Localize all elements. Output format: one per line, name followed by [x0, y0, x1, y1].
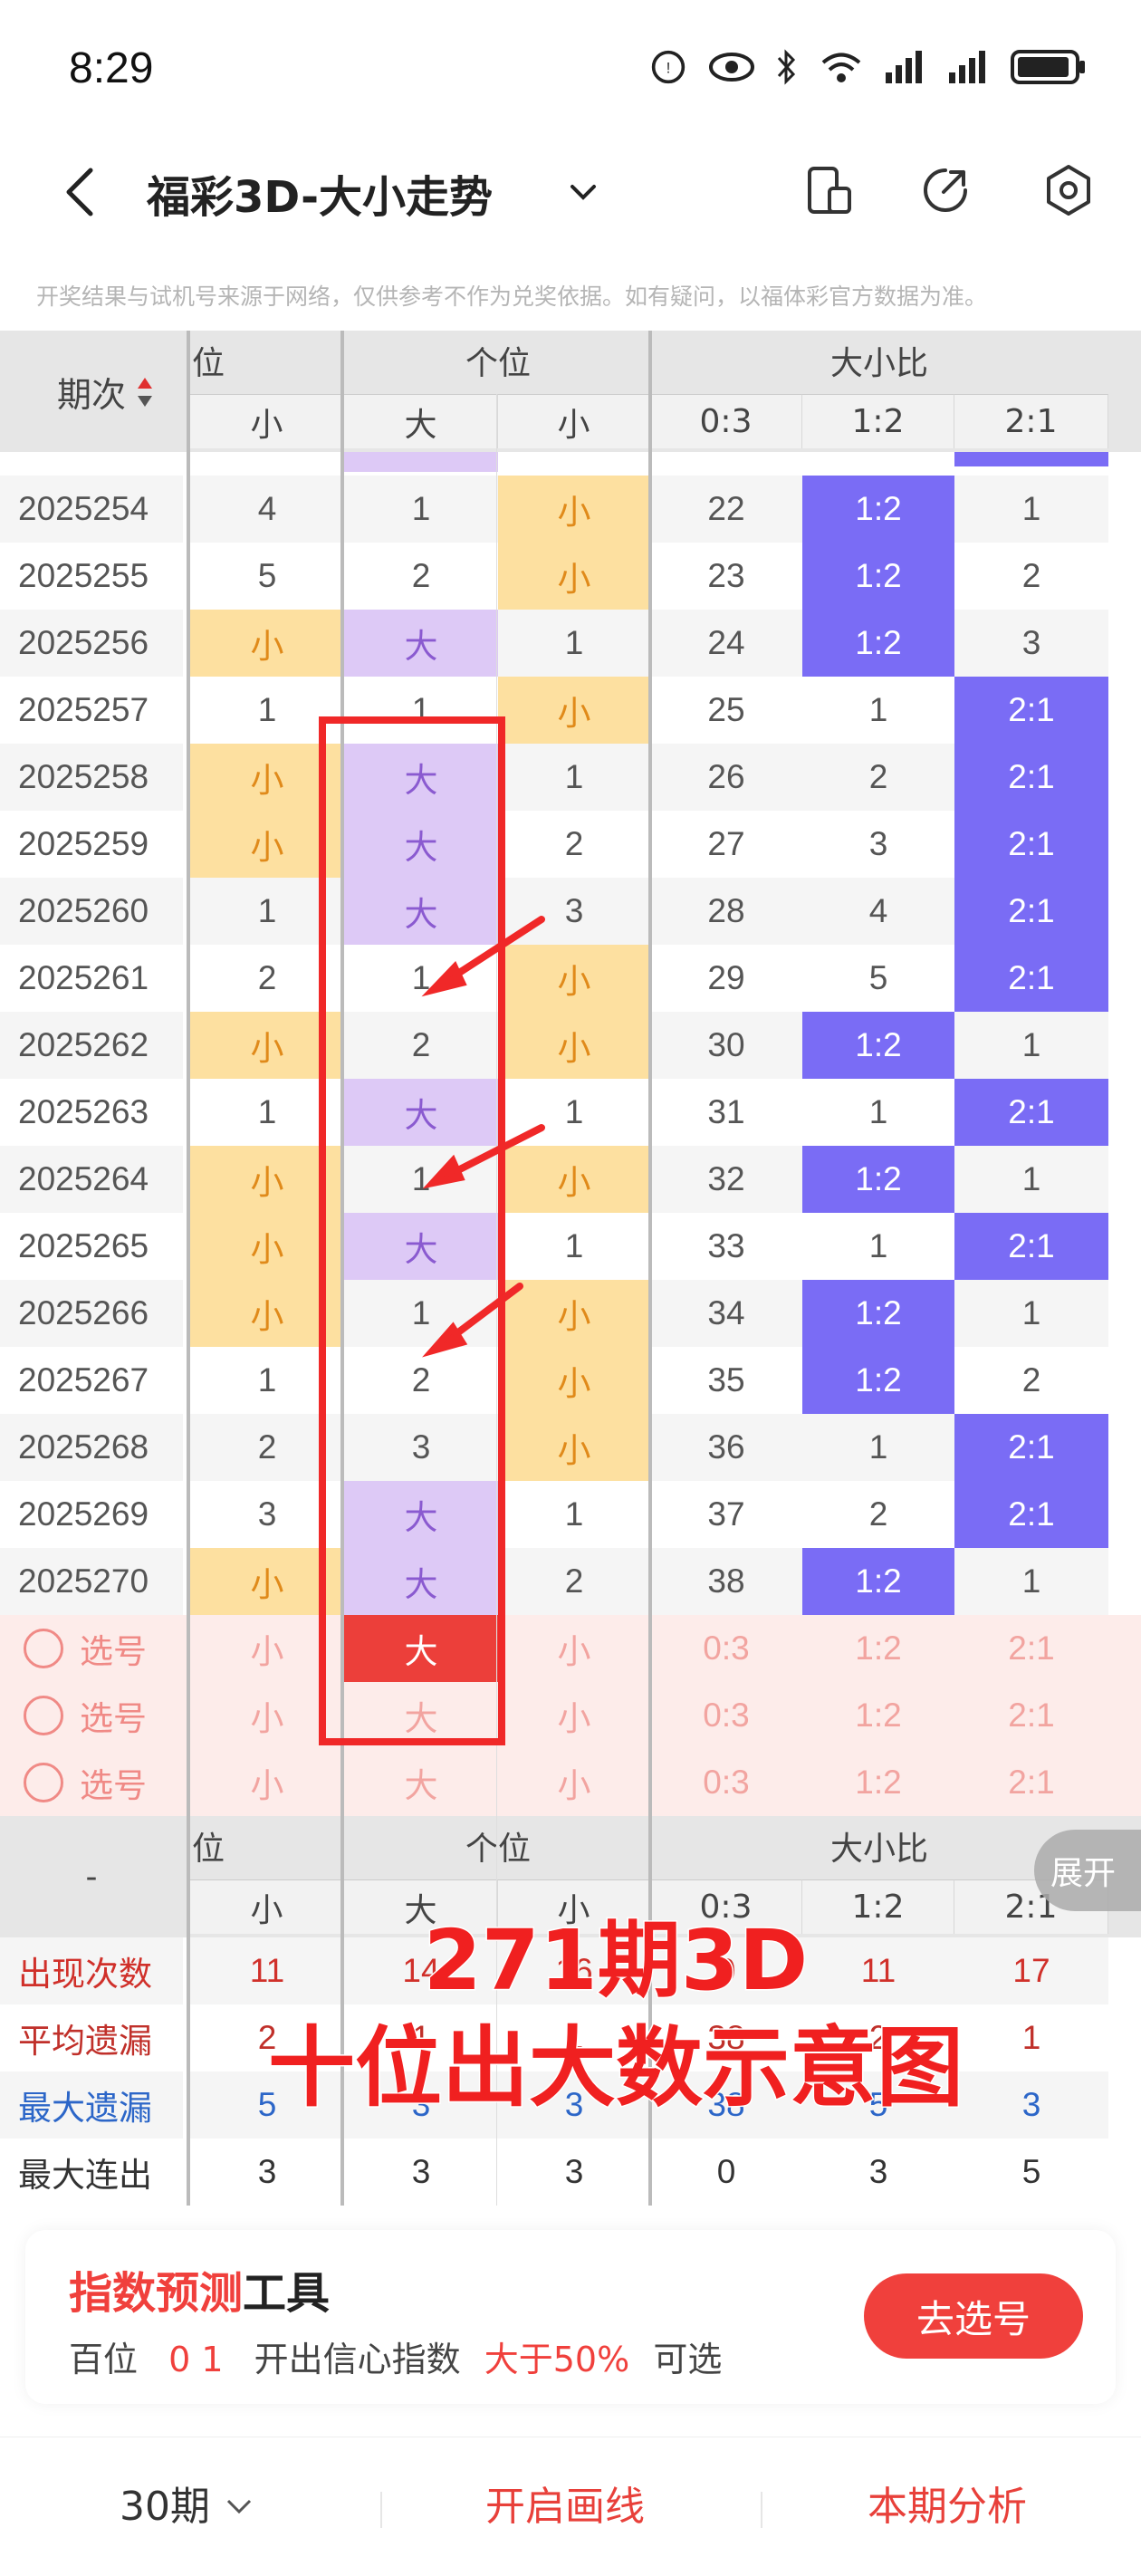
- chevron-down-icon: [226, 2499, 252, 2514]
- go-pick-button[interactable]: 去选号: [864, 2273, 1083, 2359]
- arrow-marks: [421, 916, 545, 1358]
- annotation-title: 271期3D: [422, 1911, 809, 2011]
- annotation-overlay: [319, 716, 545, 1745]
- period-selector[interactable]: 30期: [120, 2474, 255, 2532]
- annotation-subtitle: 十位出大数示意图: [267, 2016, 965, 2120]
- tool-title-black: 工具: [243, 2268, 331, 2319]
- tool-desc-index: 开出信心指数: [254, 2340, 461, 2379]
- tool-title: 指数预测工具: [69, 2257, 330, 2321]
- tool-description: 百位 0 1 开出信心指数 大于50% 可选: [69, 2331, 722, 2381]
- period-analysis-button[interactable]: 本期分析: [868, 2474, 1027, 2532]
- divider: [380, 2492, 382, 2528]
- highlight-frame: [319, 716, 505, 1745]
- divider: [761, 2492, 762, 2528]
- tool-desc-optional: 可选: [653, 2340, 723, 2379]
- tool-desc-position: 百位: [69, 2340, 139, 2379]
- tool-desc-percent: 大于50%: [484, 2340, 630, 2379]
- period-selector-label: 30期: [120, 2484, 210, 2530]
- tool-desc-numbers: 0 1: [168, 2340, 224, 2379]
- bottom-toolbar: 30期 开启画线 本期分析: [0, 2437, 1141, 2576]
- tool-title-red: 指数预测: [69, 2268, 244, 2319]
- prediction-tool-card: 指数预测工具 百位 0 1 开出信心指数 大于50% 可选 去选号: [25, 2230, 1116, 2404]
- expand-button[interactable]: 展开: [1034, 1830, 1141, 1911]
- draw-lines-button[interactable]: 开启画线: [485, 2474, 645, 2532]
